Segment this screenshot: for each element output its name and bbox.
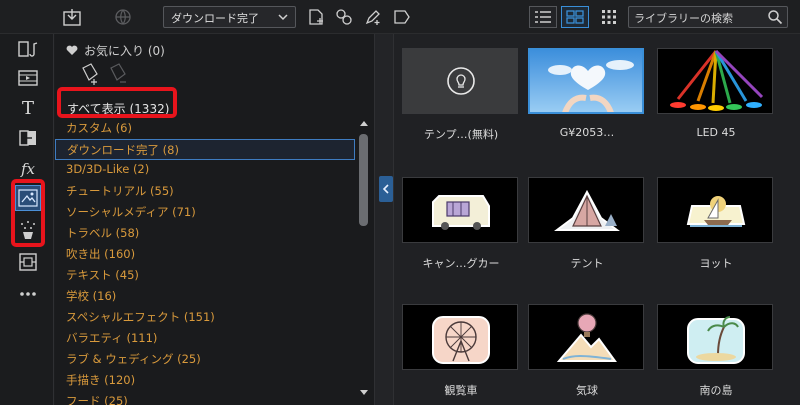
category-item[interactable]: ラブ & ウェディング (25) bbox=[55, 349, 355, 370]
search-icon[interactable] bbox=[767, 9, 783, 25]
favorites-label: お気に入り (0) bbox=[84, 44, 165, 58]
search-placeholder: ライブラリーの検索 bbox=[634, 12, 733, 25]
category-item[interactable]: 3D/3D-Like (2) bbox=[55, 160, 355, 181]
category-item[interactable]: テキスト (45) bbox=[55, 265, 355, 286]
tile-caption: 観覧車 bbox=[444, 384, 478, 397]
sky-heart-thumbnail bbox=[528, 48, 644, 114]
ferris-wheel-thumbnail bbox=[402, 304, 518, 370]
lightbulb-icon bbox=[447, 67, 475, 95]
list-view-button[interactable] bbox=[529, 6, 557, 28]
tag-icon[interactable] bbox=[391, 6, 413, 28]
favorites-row[interactable]: お気に入り (0) bbox=[66, 42, 165, 59]
svg-text:T: T bbox=[22, 98, 34, 118]
led-lights-image bbox=[670, 49, 764, 111]
library-tile[interactable]: 南の島 bbox=[657, 304, 775, 398]
panel-splitter[interactable] bbox=[374, 34, 394, 405]
category-item[interactable]: スペシャルエフェクト (151) bbox=[55, 307, 355, 328]
category-item[interactable]: ソーシャルメディア (71) bbox=[55, 202, 355, 223]
camping-car-sticker bbox=[432, 195, 490, 230]
library-tile-selected[interactable]: G¥2053… bbox=[528, 48, 646, 139]
collapse-panel-button[interactable] bbox=[379, 176, 393, 202]
tag-add-remove-icons[interactable] bbox=[79, 62, 139, 86]
library-grid: テンプ…(無料) G¥2053… LED 45 キャン…グカー テント ヨット … bbox=[394, 34, 800, 405]
tile-caption: LED 45 bbox=[696, 126, 736, 139]
category-item[interactable]: カスタム (6) bbox=[55, 118, 355, 139]
yacht-sticker bbox=[686, 196, 746, 227]
new-file-icon[interactable] bbox=[305, 6, 327, 28]
tile-caption: G¥2053… bbox=[559, 126, 615, 139]
library-search-input[interactable]: ライブラリーの検索 bbox=[628, 6, 788, 28]
library-tile[interactable]: 観覧車 bbox=[402, 304, 520, 398]
media-room-icon[interactable] bbox=[15, 36, 41, 62]
grid-view-icon bbox=[566, 10, 584, 24]
list-view-icon bbox=[535, 11, 551, 23]
tropical-island-sticker bbox=[687, 316, 745, 364]
rail-highlight bbox=[11, 179, 45, 247]
video-room-icon[interactable] bbox=[15, 65, 41, 91]
category-item[interactable]: 吹き出 (160) bbox=[55, 244, 355, 265]
tile-caption: 南の島 bbox=[699, 384, 733, 397]
camper-thumbnail bbox=[402, 177, 518, 243]
heart-icon bbox=[66, 45, 78, 55]
category-item[interactable]: 手描き (120) bbox=[55, 370, 355, 391]
chevron-left-icon bbox=[382, 184, 389, 194]
fx-room-icon[interactable]: fx bbox=[15, 155, 41, 181]
balloon-thumbnail bbox=[528, 304, 644, 370]
tile-caption: キャン…グカー bbox=[422, 257, 500, 270]
share-icon[interactable] bbox=[333, 6, 355, 28]
category-item[interactable]: 学校 (16) bbox=[55, 286, 355, 307]
tile-caption: テント bbox=[570, 257, 604, 270]
svg-text:fx: fx bbox=[20, 160, 36, 178]
tent-sticker bbox=[554, 189, 620, 231]
category-item[interactable]: バラエティ (111) bbox=[55, 328, 355, 349]
title-room-icon[interactable]: T bbox=[15, 94, 41, 120]
template-thumbnail bbox=[402, 48, 518, 114]
library-tile[interactable]: テント bbox=[528, 177, 646, 271]
library-tile[interactable]: 気球 bbox=[528, 304, 646, 398]
globe-icon[interactable] bbox=[112, 6, 134, 28]
scrollbar-thumb[interactable] bbox=[359, 134, 368, 226]
balloon-sticker bbox=[556, 313, 617, 362]
category-dropdown[interactable]: ダウンロード完了 bbox=[163, 6, 296, 28]
show-all-highlight bbox=[57, 87, 177, 118]
cloud-heart-image bbox=[530, 50, 642, 112]
led-thumbnail bbox=[657, 48, 773, 114]
tile-caption: テンプ…(無料) bbox=[423, 128, 499, 141]
category-list: カスタム (6) ダウンロード完了 (8) 3D/3D-Like (2) チュー… bbox=[55, 118, 355, 405]
library-tile[interactable]: テンプ…(無料) bbox=[402, 48, 520, 142]
chevron-down-icon bbox=[278, 14, 288, 21]
category-item-selected[interactable]: ダウンロード完了 (8) bbox=[55, 139, 355, 160]
edit-icon[interactable] bbox=[362, 6, 384, 28]
category-item[interactable]: チュートリアル (55) bbox=[55, 181, 355, 202]
tropical-island-thumbnail bbox=[657, 304, 773, 370]
ferris-wheel-sticker bbox=[432, 316, 490, 364]
dropdown-value: ダウンロード完了 bbox=[171, 12, 259, 25]
transition-room-icon[interactable] bbox=[15, 125, 41, 151]
import-icon[interactable] bbox=[61, 6, 83, 28]
library-tile[interactable]: キャン…グカー bbox=[402, 177, 520, 271]
more-icon[interactable] bbox=[15, 281, 41, 307]
toolbar: ダウンロード完了 ライブラリーの検索 bbox=[0, 0, 800, 34]
tile-caption: 気球 bbox=[576, 384, 598, 397]
yacht-thumbnail bbox=[657, 177, 773, 243]
category-item[interactable]: トラベル (58) bbox=[55, 223, 355, 244]
library-tile[interactable]: ヨット bbox=[657, 177, 775, 271]
tile-caption: ヨット bbox=[699, 257, 733, 270]
library-tile[interactable]: LED 45 bbox=[657, 48, 775, 139]
thumbnail-size-icon[interactable] bbox=[598, 6, 620, 28]
tent-thumbnail bbox=[528, 177, 644, 243]
grid-view-button[interactable] bbox=[561, 6, 589, 28]
pip-room-icon[interactable] bbox=[15, 249, 41, 275]
category-item[interactable]: フード (25) bbox=[55, 391, 355, 405]
